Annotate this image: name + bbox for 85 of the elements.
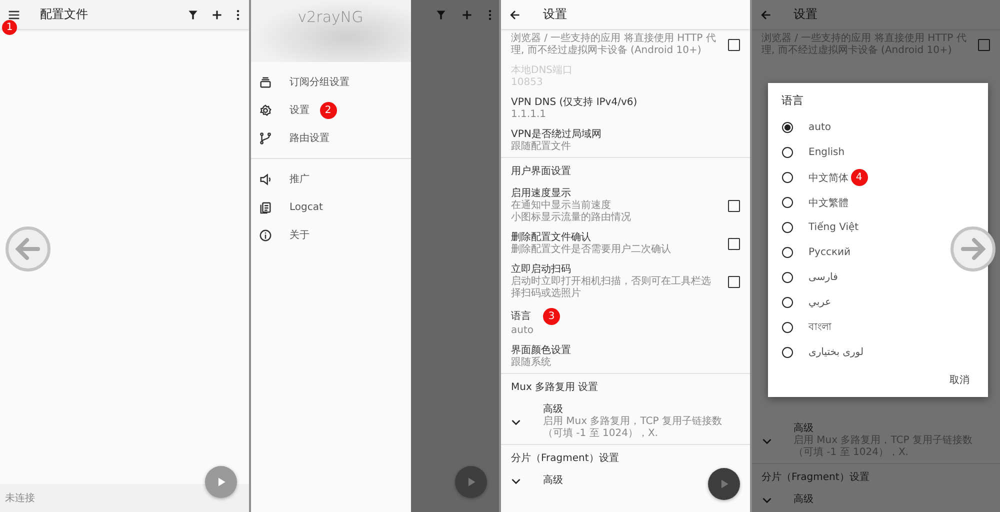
setting-title[interactable]: 界面颜色设置 <box>511 345 571 357</box>
step-badge: 2 <box>320 102 336 118</box>
section-header: 分片（Fragment）设置 <box>752 463 1000 490</box>
section-header: 用户界面设置 <box>501 157 750 184</box>
radio-button[interactable] <box>782 172 792 183</box>
chevron-icon <box>762 438 772 444</box>
checkbox[interactable] <box>728 39 740 51</box>
setting-value: 跟随配置文件 <box>511 141 572 153</box>
language-option[interactable]: 中文简体 <box>808 170 848 184</box>
setting-description: 在通知中显示当前速度 <box>511 200 612 212</box>
language-option[interactable]: English <box>808 147 845 158</box>
setting-title[interactable]: VPN DNS (仅支持 IPv4/v6) <box>511 97 638 109</box>
radio-button[interactable] <box>782 247 792 258</box>
setting-title[interactable]: 删除配置文件确认 <box>511 232 591 244</box>
radio-button[interactable] <box>782 222 792 233</box>
radio-button[interactable] <box>782 347 792 358</box>
speaker-icon[interactable] <box>258 172 272 186</box>
gear-icon[interactable] <box>258 104 272 116</box>
step-badge: 3 <box>543 308 560 325</box>
radio-button[interactable] <box>782 297 792 308</box>
radio-button[interactable] <box>782 122 792 133</box>
checkbox[interactable] <box>728 238 740 250</box>
dialog-title: 语言 <box>780 93 804 109</box>
stack-icon[interactable] <box>258 76 272 88</box>
menu-icon[interactable] <box>8 8 20 20</box>
step-badge: 1 <box>2 20 17 35</box>
language-option[interactable]: لوری بختیاری <box>808 347 864 358</box>
drawer-item[interactable]: 订阅分组设置 <box>290 75 350 89</box>
drawer-item[interactable]: 关于 <box>290 228 310 242</box>
add-icon[interactable] <box>210 8 222 20</box>
back-arrow-icon <box>760 8 772 20</box>
language-option[interactable]: 中文繁體 <box>808 196 848 210</box>
drawer-item[interactable]: 路由设置 <box>290 131 330 145</box>
language-option[interactable]: Русский <box>808 247 850 258</box>
language-option[interactable]: عربي <box>808 297 832 308</box>
language-option[interactable]: Tiếng Việt <box>808 222 859 233</box>
section-header: Mux 多路复用 设置 <box>501 373 750 400</box>
chevron-icon[interactable] <box>511 418 521 426</box>
info-icon[interactable] <box>258 228 272 242</box>
setting-description: 启动时立即打开相机扫描，否则可在工具栏选择扫码或选照片 <box>511 276 712 300</box>
app-name: v2rayNG <box>298 8 364 26</box>
setting-value: 1.1.1.1 <box>511 109 547 121</box>
setting-title[interactable]: 语言 <box>511 310 531 322</box>
play-button[interactable] <box>708 468 740 500</box>
setting-title[interactable]: 高级 <box>543 475 563 487</box>
status-text: 未连接 <box>5 492 35 505</box>
document-icon[interactable] <box>258 200 272 214</box>
language-option[interactable]: বাংলা <box>808 319 832 336</box>
checkbox[interactable] <box>728 276 740 288</box>
setting-title[interactable]: 高级 <box>543 404 563 416</box>
setting-value: auto <box>511 325 535 337</box>
radio-button[interactable] <box>782 272 792 283</box>
setting-value: 跟随系统 <box>511 357 552 369</box>
checkbox[interactable] <box>728 200 740 212</box>
language-option[interactable]: auto <box>808 122 832 133</box>
add-icon <box>461 9 473 21</box>
setting-title: 高级 <box>794 423 814 434</box>
setting-title[interactable]: 启用速度显示 <box>511 188 571 200</box>
chevron-icon <box>762 496 772 504</box>
drawer-item[interactable]: Logcat <box>290 202 323 212</box>
setting-description: 小图标显示流量的路由情况 <box>511 212 632 224</box>
more-icon[interactable] <box>234 8 240 20</box>
filter-icon <box>435 9 447 21</box>
radio-button[interactable] <box>782 197 792 208</box>
setting-description: 浏览器 / 一些支持的应用 将直接使用 HTTP 代理, 而不经过虚拟网卡设备 (Android 10+) <box>511 33 717 57</box>
screen-title: 设置 <box>794 6 818 23</box>
branch-icon[interactable] <box>258 132 272 144</box>
screen-title: 配置文件 <box>40 6 88 23</box>
setting-title[interactable]: 立即启动扫码 <box>511 264 571 276</box>
drawer-item[interactable]: 设置 <box>290 103 310 117</box>
setting-description: 删除配置文件是否需要用户二次确认 <box>511 244 672 256</box>
step-badge: 4 <box>850 169 868 186</box>
screen-title: 设置 <box>543 6 567 23</box>
more-icon <box>487 9 493 21</box>
setting-description: 启用 Mux 多路复用，TCP 复用子链接数（可填 -1 至 1024），X. <box>543 416 723 440</box>
chevron-icon[interactable] <box>511 478 521 484</box>
cancel-button[interactable]: 取消 <box>946 369 974 391</box>
language-option[interactable]: فارسی <box>808 272 838 283</box>
drawer-item[interactable]: 推广 <box>290 172 310 186</box>
radio-button[interactable] <box>782 147 792 158</box>
filter-icon[interactable] <box>186 8 198 20</box>
setting-title[interactable]: VPN是否绕过局域网 <box>511 129 602 141</box>
back-arrow-icon[interactable] <box>509 8 521 20</box>
radio-button[interactable] <box>782 322 792 333</box>
setting-title: 高级 <box>794 494 814 506</box>
